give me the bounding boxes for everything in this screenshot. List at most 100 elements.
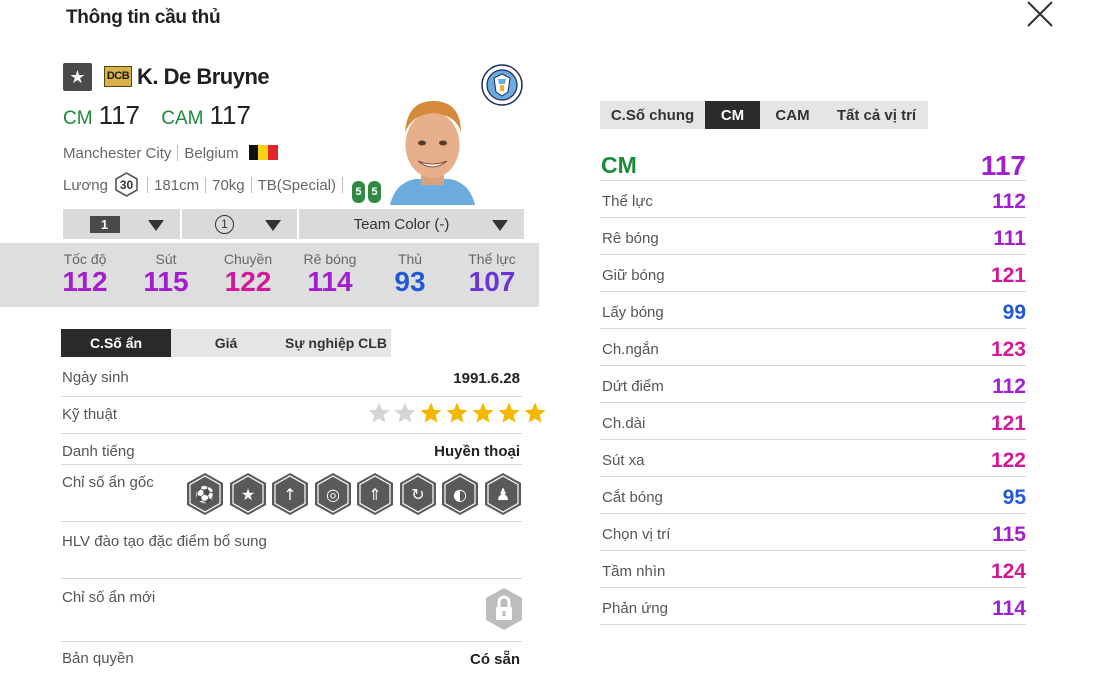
- license-value: Có sẵn: [469, 651, 520, 668]
- trait-flair-icon[interactable]: ★: [228, 472, 268, 516]
- star-filled-icon: [524, 402, 546, 423]
- trait-stamina-icon[interactable]: ◐: [440, 472, 480, 516]
- attribute-label: Sút xa: [602, 452, 645, 469]
- traits-label: Chỉ số ẩn gốc: [62, 474, 154, 491]
- attribute-label: Ch.dài: [602, 415, 646, 432]
- trait-playmaker-icon[interactable]: ◎: [313, 472, 353, 516]
- svg-text:♟: ♟: [495, 485, 509, 504]
- upgrade-level: 1: [89, 215, 120, 233]
- skill-stars: [367, 401, 547, 425]
- new-traits-label: Chỉ số ẩn mới: [62, 589, 156, 606]
- attribute-value: 99: [1002, 301, 1026, 324]
- attribute-label: Dứt điểm: [602, 378, 664, 395]
- physical-info-line: Lương 30 181cm 70kg TB(Special) 5 5: [63, 172, 381, 203]
- svg-text:◎: ◎: [326, 485, 340, 504]
- salary-value: 30: [120, 178, 134, 192]
- star-filled-icon: [420, 402, 442, 423]
- height: 181cm: [154, 177, 200, 194]
- tab-hidden-stats[interactable]: C.Số ẩn: [61, 329, 171, 357]
- right-foot-badge: 5: [368, 181, 381, 203]
- trait-outside-foot-icon[interactable]: ↻: [398, 472, 438, 516]
- attribute-value: 95: [1002, 486, 1026, 509]
- left-foot-badge: 5: [352, 181, 365, 203]
- club-name: Manchester City: [63, 145, 172, 162]
- attribute-label: Tầm nhìn: [602, 563, 666, 580]
- dropdown-arrow-icon: [492, 220, 508, 231]
- svg-text:◐: ◐: [453, 485, 467, 504]
- stat-passing: Chuyền 122: [223, 251, 273, 297]
- birth-value: 1991.6.28: [453, 370, 520, 387]
- stat-physical: Thể lực 107: [468, 251, 516, 297]
- svg-text:★: ★: [240, 485, 254, 504]
- attribute-value: 121: [990, 412, 1026, 435]
- nationality: Belgium: [184, 145, 239, 162]
- svg-text:⇑: ⇑: [368, 485, 381, 504]
- position-rating-value: 117: [980, 150, 1026, 181]
- stat-dribbling: Rê bóng 114: [303, 251, 357, 297]
- reputation-value: Huyền thoại: [434, 443, 520, 460]
- page-title: Thông tin cầu thủ: [66, 7, 221, 28]
- attribute-value: 114: [992, 597, 1026, 620]
- manchester-city-crest-icon: [481, 64, 523, 106]
- coach-traits-label: HLV đào tạo đặc điểm bổ sung: [62, 533, 267, 550]
- upgrade-level-dropdown[interactable]: 1: [63, 209, 180, 239]
- trait-team-player-icon[interactable]: ♟: [483, 472, 523, 516]
- attribute-value: 123: [990, 338, 1026, 361]
- player-photo: [385, 93, 480, 205]
- dropdown-arrow-icon: [265, 220, 281, 231]
- close-button[interactable]: [1024, 0, 1056, 30]
- stat-shooting: Sút 115: [143, 251, 189, 297]
- lock-icon[interactable]: [484, 587, 524, 631]
- position-rating-label: CM: [601, 152, 637, 178]
- close-icon: [1027, 1, 1053, 27]
- attribute-label: Giữ bóng: [602, 267, 665, 284]
- attribute-value: 122: [990, 449, 1026, 472]
- tab-club-career[interactable]: Sự nghiệp CLB: [281, 329, 391, 357]
- position-2-ovr: 117: [209, 100, 251, 130]
- attribute-label: Lấy bóng: [602, 304, 664, 321]
- reputation-label: Danh tiếng: [62, 443, 135, 460]
- position-2: CAM: [161, 108, 204, 129]
- tab-cm[interactable]: CM: [705, 101, 760, 129]
- license-label: Bản quyền: [62, 650, 134, 667]
- svg-text:↻: ↻: [411, 485, 424, 504]
- star-empty-icon: [368, 402, 390, 423]
- tab-cam[interactable]: CAM: [760, 101, 825, 129]
- club-nation-line: Manchester City Belgium: [63, 145, 278, 162]
- team-chem-dropdown[interactable]: 1: [182, 209, 297, 239]
- tab-all-positions[interactable]: Tất cả vị trí: [825, 101, 928, 129]
- stat-pace: Tốc độ 112: [62, 251, 108, 297]
- attribute-value: 111: [993, 227, 1026, 250]
- star-filled-icon: [446, 402, 468, 423]
- svg-text:↑: ↑: [283, 485, 296, 504]
- tab-general-stats[interactable]: C.Số chung: [600, 101, 705, 129]
- star-filled-icon: [472, 402, 494, 423]
- attribute-label: Rê bóng: [602, 230, 659, 247]
- team-color-dropdown[interactable]: Team Color (-): [299, 209, 524, 239]
- belgium-flag-icon: [248, 145, 278, 160]
- position-ratings: CM 117 CAM 117: [63, 100, 265, 131]
- trait-power-header-icon[interactable]: ⚽: [185, 472, 225, 516]
- salary-badge: 30: [114, 172, 139, 197]
- attribute-value: 112: [992, 190, 1026, 213]
- salary-label: Lương: [63, 177, 108, 194]
- attribute-value: 115: [992, 523, 1026, 546]
- attribute-value: 121: [990, 264, 1026, 287]
- attribute-label: Thể lực: [602, 193, 653, 210]
- tab-price[interactable]: Giá: [171, 329, 281, 357]
- attribute-label: Cắt bóng: [602, 489, 663, 506]
- star-filled-icon: [498, 402, 520, 423]
- trait-finesse-icon[interactable]: ⇑: [355, 472, 395, 516]
- team-color-label: Team Color (-): [353, 215, 450, 233]
- stat-defending: Thủ 93: [394, 251, 426, 297]
- trait-long-shot-icon[interactable]: ↑: [270, 472, 310, 516]
- birth-label: Ngày sinh: [62, 369, 129, 386]
- attribute-value: 124: [990, 560, 1026, 583]
- favorite-star-icon[interactable]: ★: [63, 63, 92, 91]
- attribute-value: 112: [992, 375, 1026, 398]
- body-type: TB(Special): [257, 177, 336, 194]
- position-1: CM: [63, 108, 93, 129]
- attribute-label: Chọn vị trí: [602, 526, 671, 543]
- team-chem-value: 1: [215, 214, 234, 234]
- svg-text:⚽: ⚽: [194, 485, 215, 504]
